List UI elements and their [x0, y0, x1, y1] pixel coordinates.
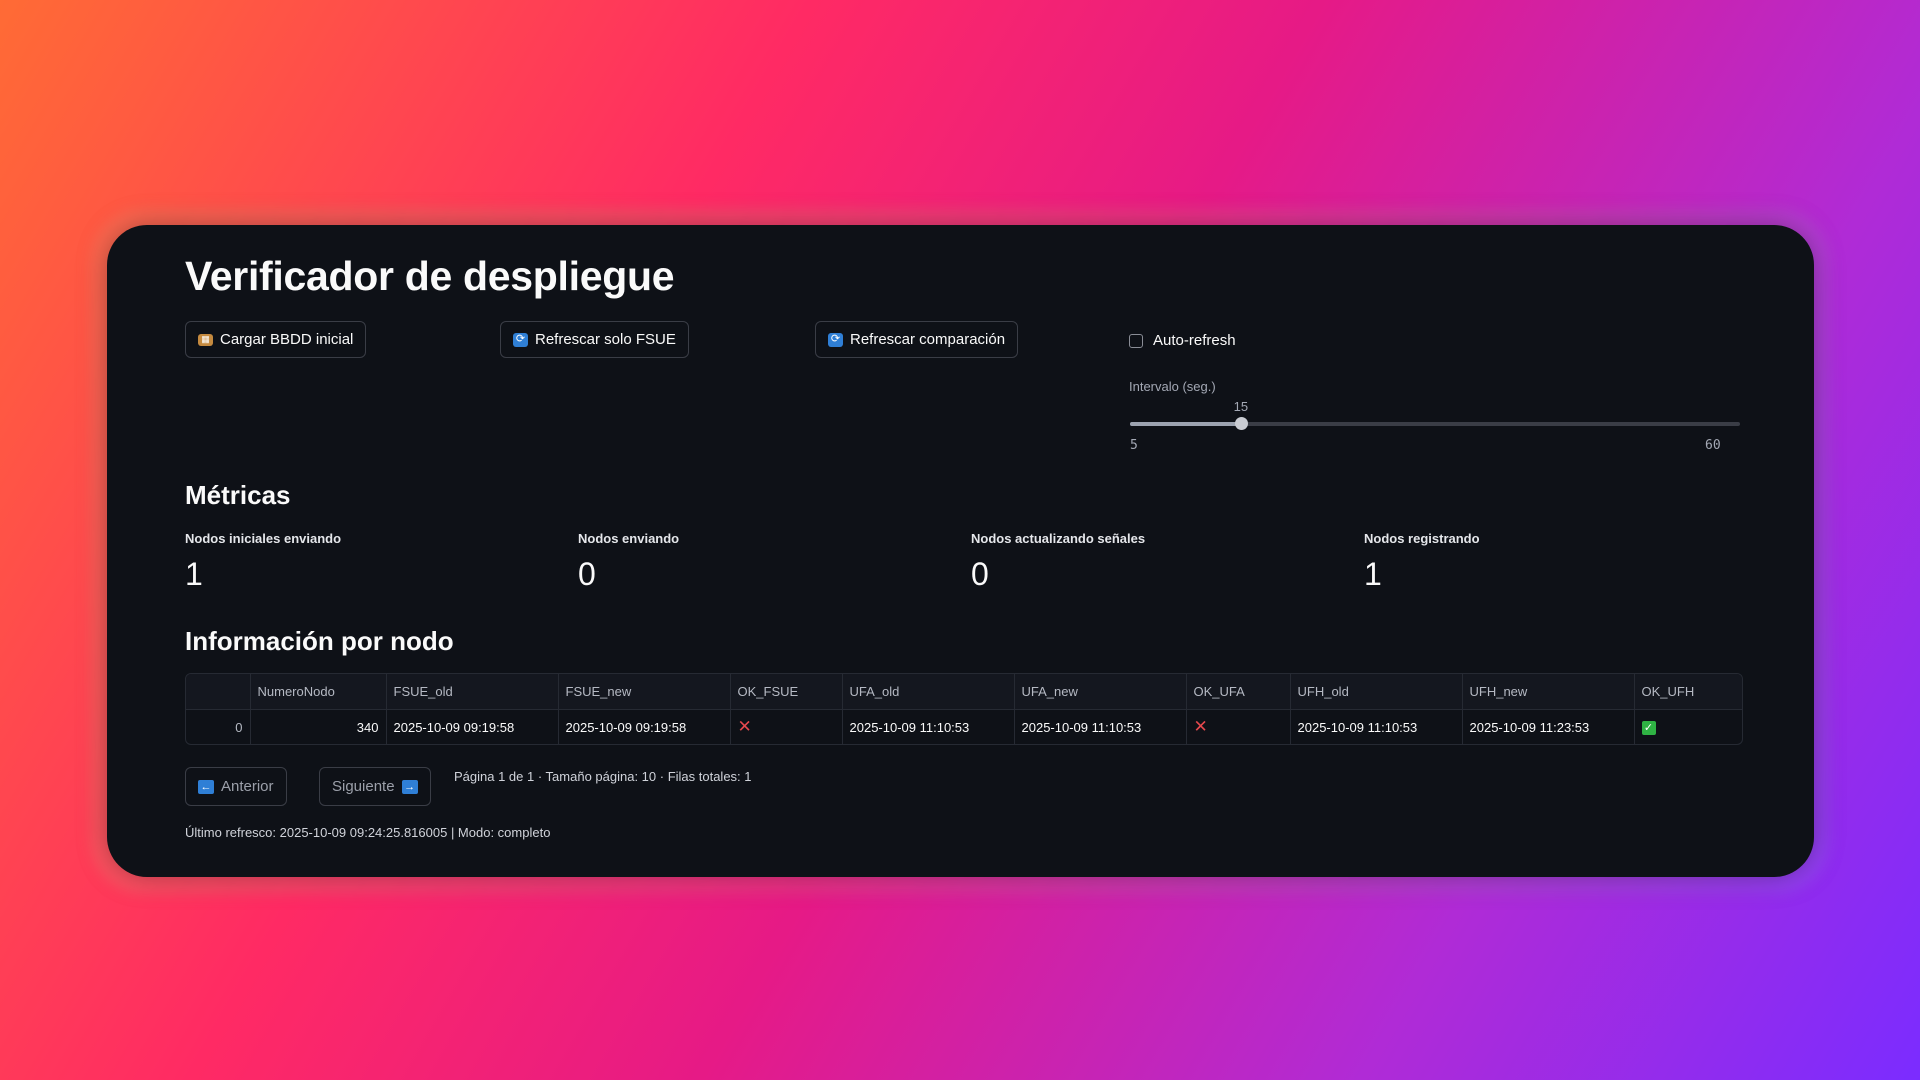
metric-label: Nodos iniciales enviando — [185, 531, 342, 546]
metric-value: 1 — [1364, 556, 1382, 592]
last-refresh-status: Último refresco: 2025-10-09 09:24:25.816… — [185, 825, 551, 840]
refresh-compare-button[interactable]: ⟳ Refrescar comparación — [815, 321, 1019, 358]
column-header-ufa-old[interactable]: UFA_old — [842, 674, 1015, 710]
interval-max: 60 — [1705, 438, 1721, 453]
metric-value: 1 — [185, 556, 203, 592]
box-icon: ▦ — [198, 333, 213, 346]
column-header-ok-ufh[interactable]: OK_UFH — [1634, 674, 1742, 710]
interval-slider-fill — [1130, 422, 1241, 426]
column-header-ufa-new[interactable]: UFA_new — [1014, 674, 1187, 710]
metric-nodos-actualizando: Nodos actualizando señales 0 — [971, 531, 1351, 593]
refresh-icon: ⟳ — [513, 332, 528, 347]
column-header-index[interactable] — [186, 674, 251, 710]
interval-min: 5 — [1130, 438, 1138, 453]
nodes-title: Información por nodo — [185, 626, 454, 656]
cross-icon: ✕ — [1193, 717, 1208, 736]
interval-value: 15 — [1233, 399, 1249, 414]
column-header-ufh-new[interactable]: UFH_new — [1462, 674, 1635, 710]
metric-nodos-enviando: Nodos enviando 0 — [578, 531, 958, 593]
column-header-fsue-old[interactable]: FSUE_old — [386, 674, 559, 710]
cell-fsue-new[interactable]: 2025-10-09 09:19:58 — [558, 709, 731, 744]
column-header-ok-ufa[interactable]: OK_UFA — [1186, 674, 1291, 710]
column-header-fsue-new[interactable]: FSUE_new — [558, 674, 731, 710]
metric-nodos-registrando: Nodos registrando 1 — [1364, 531, 1744, 593]
load-db-button[interactable]: ▦ Cargar BBDD inicial — [185, 321, 367, 358]
autorefresh-label: Auto-refresh — [1153, 332, 1236, 349]
load-db-label: Cargar BBDD inicial — [220, 331, 354, 348]
cell-ok-fsue[interactable]: ✕ — [730, 709, 843, 744]
refresh-icon: ⟳ — [828, 332, 843, 347]
prev-page-button[interactable]: ← Anterior — [185, 767, 287, 806]
cell-ufh-new[interactable]: 2025-10-09 11:23:53 — [1462, 709, 1635, 744]
app-card: Verificador de despliegue ▦ Cargar BBDD … — [107, 225, 1814, 877]
cell-numeronodo[interactable]: 340 — [250, 709, 387, 744]
table-row[interactable]: 0 340 2025-10-09 09:19:58 2025-10-09 09:… — [186, 709, 1742, 745]
arrow-left-icon: ← — [198, 779, 214, 794]
page-title: Verificador de despliegue — [185, 253, 675, 299]
autorefresh-checkbox[interactable] — [1129, 333, 1143, 348]
cell-ok-ufa[interactable]: ✕ — [1186, 709, 1291, 744]
autorefresh-toggle[interactable]: Auto-refresh — [1129, 332, 1236, 349]
prev-page-label: Anterior — [221, 778, 274, 795]
metrics-title: Métricas — [185, 480, 291, 510]
cross-icon: ✕ — [737, 717, 752, 736]
next-page-label: Siguiente — [332, 778, 395, 795]
refresh-fsue-label: Refrescar solo FSUE — [535, 331, 676, 348]
column-header-ufh-old[interactable]: UFH_old — [1290, 674, 1463, 710]
interval-slider-thumb[interactable] — [1234, 417, 1248, 430]
metric-label: Nodos actualizando señales — [971, 531, 1146, 546]
interval-slider[interactable] — [1130, 417, 1740, 430]
pagination-info: Página 1 de 1 · Tamaño página: 10 · Fila… — [454, 769, 752, 784]
arrow-right-icon: → — [401, 779, 418, 794]
metric-nodos-iniciales: Nodos iniciales enviando 1 — [185, 531, 565, 593]
check-icon: ✓ — [1641, 720, 1656, 735]
interval-label: Intervalo (seg.) — [1129, 379, 1216, 394]
cell-ufh-old[interactable]: 2025-10-09 11:10:53 — [1290, 709, 1463, 744]
refresh-compare-label: Refrescar comparación — [850, 331, 1006, 348]
nodes-table[interactable]: NumeroNodo FSUE_old FSUE_new OK_FSUE UFA… — [185, 673, 1743, 745]
metric-label: Nodos registrando — [1364, 531, 1480, 546]
cell-ok-ufh[interactable]: ✓ — [1634, 710, 1742, 745]
next-page-button[interactable]: Siguiente → — [319, 767, 431, 806]
cell-ufa-new[interactable]: 2025-10-09 11:10:53 — [1014, 709, 1187, 744]
table-header-row: NumeroNodo FSUE_old FSUE_new OK_FSUE UFA… — [186, 674, 1742, 710]
metric-value: 0 — [971, 556, 989, 592]
metric-label: Nodos enviando — [578, 531, 680, 546]
metric-value: 0 — [578, 556, 596, 592]
cell-index[interactable]: 0 — [186, 709, 251, 744]
cell-fsue-old[interactable]: 2025-10-09 09:19:58 — [386, 709, 559, 744]
column-header-ok-fsue[interactable]: OK_FSUE — [730, 674, 843, 710]
cell-ufa-old[interactable]: 2025-10-09 11:10:53 — [842, 709, 1015, 744]
refresh-fsue-button[interactable]: ⟳ Refrescar solo FSUE — [500, 321, 689, 358]
column-header-numeronodo[interactable]: NumeroNodo — [250, 674, 387, 710]
